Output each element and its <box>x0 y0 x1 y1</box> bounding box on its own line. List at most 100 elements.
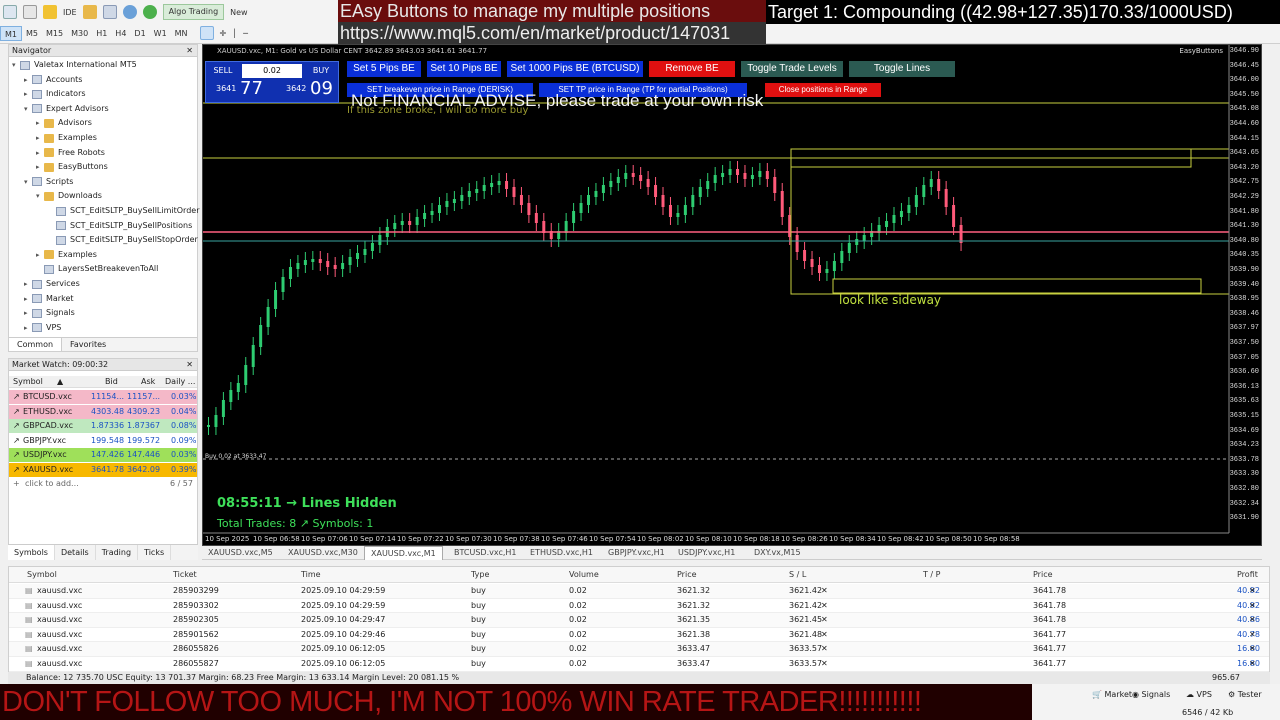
trade-row[interactable]: ▤ xauusd.vxc 285902305 2025.09.10 04:29:47 b… <box>9 613 1269 628</box>
chart-tab[interactable]: GBPJPY.vxc,H1 <box>602 546 671 560</box>
column-cur[interactable]: Price <box>1033 570 1053 579</box>
market-watch-row[interactable]: ↗ GBPCAD.vxc 1.87336 1.87367 0.08% <box>9 419 197 434</box>
column-sl[interactable]: S / L <box>789 570 806 579</box>
navigator-item[interactable]: ▾ Downloads <box>36 189 102 203</box>
navigator-item[interactable]: SCT_EditSLTP_BuySellPositions <box>48 219 192 233</box>
toggle-lines-button[interactable]: Toggle Lines <box>849 61 955 77</box>
column-volume[interactable]: Volume <box>569 570 599 579</box>
set-10-pips-be-button[interactable]: Set 10 Pips BE <box>427 61 501 77</box>
chevron-down-icon[interactable]: ▾ <box>36 189 44 203</box>
profit-close-icon[interactable]: ✕ <box>1249 584 1256 599</box>
remove-be-button[interactable]: Remove BE <box>649 61 735 77</box>
sort-asc-icon[interactable]: ▲ <box>57 376 63 388</box>
tester-status[interactable]: ⚙ Tester <box>1228 690 1262 699</box>
chevron-right-icon[interactable]: ▸ <box>24 277 32 291</box>
profit-close-icon[interactable]: ✕ <box>1249 657 1256 672</box>
close-positions-range-button[interactable]: Close positions in Range <box>765 83 881 97</box>
chevron-down-icon[interactable]: ▾ <box>12 58 20 72</box>
buy-price-big[interactable]: 09 <box>310 78 333 99</box>
chevron-right-icon[interactable]: ▸ <box>24 73 32 87</box>
chevron-right-icon[interactable]: ▸ <box>36 116 44 130</box>
tab-favorites[interactable]: Favorites <box>62 338 114 351</box>
navigator-item[interactable]: ▸ Advisors <box>36 116 92 130</box>
navigator-item[interactable]: ▸ Examples <box>36 248 97 262</box>
column-daily[interactable]: Daily ... <box>165 376 195 388</box>
signals-label[interactable]: Signals <box>1142 690 1171 699</box>
column-ask[interactable]: Ask <box>141 376 155 388</box>
buy-price-small[interactable]: 3642 <box>286 84 306 93</box>
tab-common[interactable]: Common <box>9 338 63 351</box>
chart-tab[interactable]: ETHUSD.vxc,H1 <box>524 546 599 560</box>
set-1000-pips-be-button[interactable]: Set 1000 Pips BE (BTCUSD) <box>507 61 643 77</box>
sell-button[interactable]: SELL <box>208 64 238 78</box>
sl-remove-icon[interactable]: ✕ <box>821 584 828 599</box>
close-icon[interactable]: ✕ <box>186 359 193 371</box>
horizontal-line-icon[interactable]: ─ <box>243 25 248 41</box>
navigator-item[interactable]: ▸ Free Robots <box>36 146 105 160</box>
lot-size-input[interactable]: 0.02 <box>242 64 302 78</box>
sell-price-big[interactable]: 77 <box>240 78 263 99</box>
column-symbol[interactable]: Symbol <box>27 570 57 579</box>
add-symbol-row[interactable]: + click to add... 6 / 57 <box>9 477 197 491</box>
navigator-item[interactable]: ▸ Examples <box>36 131 97 145</box>
vps-status[interactable]: ☁ VPS <box>1186 690 1212 699</box>
column-bid[interactable]: Bid <box>105 376 118 388</box>
navigator-item[interactable]: ▾ Expert Advisors <box>24 102 109 116</box>
chevron-right-icon[interactable]: ▸ <box>36 160 44 174</box>
chevron-right-icon[interactable]: ▸ <box>36 248 44 262</box>
timeframe-h4[interactable]: H4 <box>111 26 130 41</box>
chart-tab[interactable]: XAUUSD.vxc,M5 <box>202 546 279 560</box>
navigator-item[interactable]: ▸ Services <box>24 277 80 291</box>
market-watch-row[interactable]: ↗ ETHUSD.vxc 4303.48 4309.23 0.04% <box>9 404 197 419</box>
profit-close-icon[interactable]: ✕ <box>1249 628 1256 643</box>
timeframe-h1[interactable]: H1 <box>92 26 111 41</box>
trade-row[interactable]: ▤ xauusd.vxc 285901562 2025.09.10 04:29:46 b… <box>9 628 1269 643</box>
chart-tab[interactable]: USDJPY.vxc,H1 <box>672 546 741 560</box>
column-time[interactable]: Time <box>301 570 321 579</box>
history-icon[interactable] <box>102 4 117 20</box>
market-watch-row[interactable]: ↗ USDJPY.vxc 147.426 147.446 0.03% <box>9 448 197 463</box>
tab-ticks[interactable]: Ticks <box>138 545 172 560</box>
price-chart[interactable]: XAUUSD.vxc, M1: Gold vs US Dollar CENT 3… <box>202 44 1262 546</box>
chevron-right-icon[interactable]: ▸ <box>24 321 32 335</box>
chart-tab[interactable]: DXY.vx,M15 <box>748 546 807 560</box>
navigator-item[interactable]: ▸ Signals <box>24 306 75 320</box>
tab-symbols[interactable]: Symbols <box>8 545 55 560</box>
timeframe-w1[interactable]: W1 <box>150 26 171 41</box>
chevron-down-icon[interactable]: ▾ <box>24 175 32 189</box>
timeframe-m15[interactable]: M15 <box>42 26 67 41</box>
chart-tab[interactable]: BTCUSD.vxc,H1 <box>448 546 523 560</box>
sl-remove-icon[interactable]: ✕ <box>821 628 828 643</box>
crosshair-icon[interactable]: ✛ <box>220 25 227 41</box>
signals-status[interactable]: ◉ Signals <box>1132 690 1170 699</box>
sl-remove-icon[interactable]: ✕ <box>821 613 828 628</box>
algo-trading-button[interactable]: Algo Trading <box>162 4 225 20</box>
timeframe-mn[interactable]: MN <box>171 26 192 41</box>
timeframe-d1[interactable]: D1 <box>130 26 149 41</box>
chart-tab[interactable]: XAUUSD.vxc,M1 <box>364 546 443 560</box>
sl-remove-icon[interactable]: ✕ <box>821 599 828 614</box>
timeframe-m30[interactable]: M30 <box>67 26 92 41</box>
add-symbol-label[interactable]: click to add... <box>25 477 79 491</box>
timeframe-m5[interactable]: M5 <box>22 26 42 41</box>
trade-row[interactable]: ▤ xauusd.vxc 286055827 2025.09.10 06:12:05 b… <box>9 657 1269 672</box>
sell-price-small[interactable]: 3641 <box>216 84 236 93</box>
column-price[interactable]: Price <box>677 570 697 579</box>
sl-remove-icon[interactable]: ✕ <box>821 642 828 657</box>
new-chart-icon[interactable] <box>3 4 17 20</box>
tab-trading[interactable]: Trading <box>96 545 139 560</box>
column-symbol[interactable]: Symbol <box>13 376 43 388</box>
column-profit[interactable]: Profit <box>1237 570 1258 579</box>
navigator-item[interactable]: ▸ EasyButtons <box>36 160 108 174</box>
tab-details[interactable]: Details <box>55 545 96 560</box>
column-type[interactable]: Type <box>471 570 489 579</box>
navigator-item[interactable]: SCT_EditSLTP_BuySellLimitOrder <box>48 204 200 218</box>
navigator-item[interactable]: ▾ Valetax International MT5 <box>12 58 137 72</box>
vps-label[interactable]: VPS <box>1197 690 1212 699</box>
navigator-item[interactable]: ▸ VPS <box>24 321 61 335</box>
ide-button[interactable]: IDE <box>63 4 77 20</box>
chevron-right-icon[interactable]: ▸ <box>36 131 44 145</box>
vps-icon[interactable] <box>142 4 157 20</box>
lock-icon[interactable] <box>82 4 97 20</box>
set-5-pips-be-button[interactable]: Set 5 Pips BE <box>347 61 421 77</box>
